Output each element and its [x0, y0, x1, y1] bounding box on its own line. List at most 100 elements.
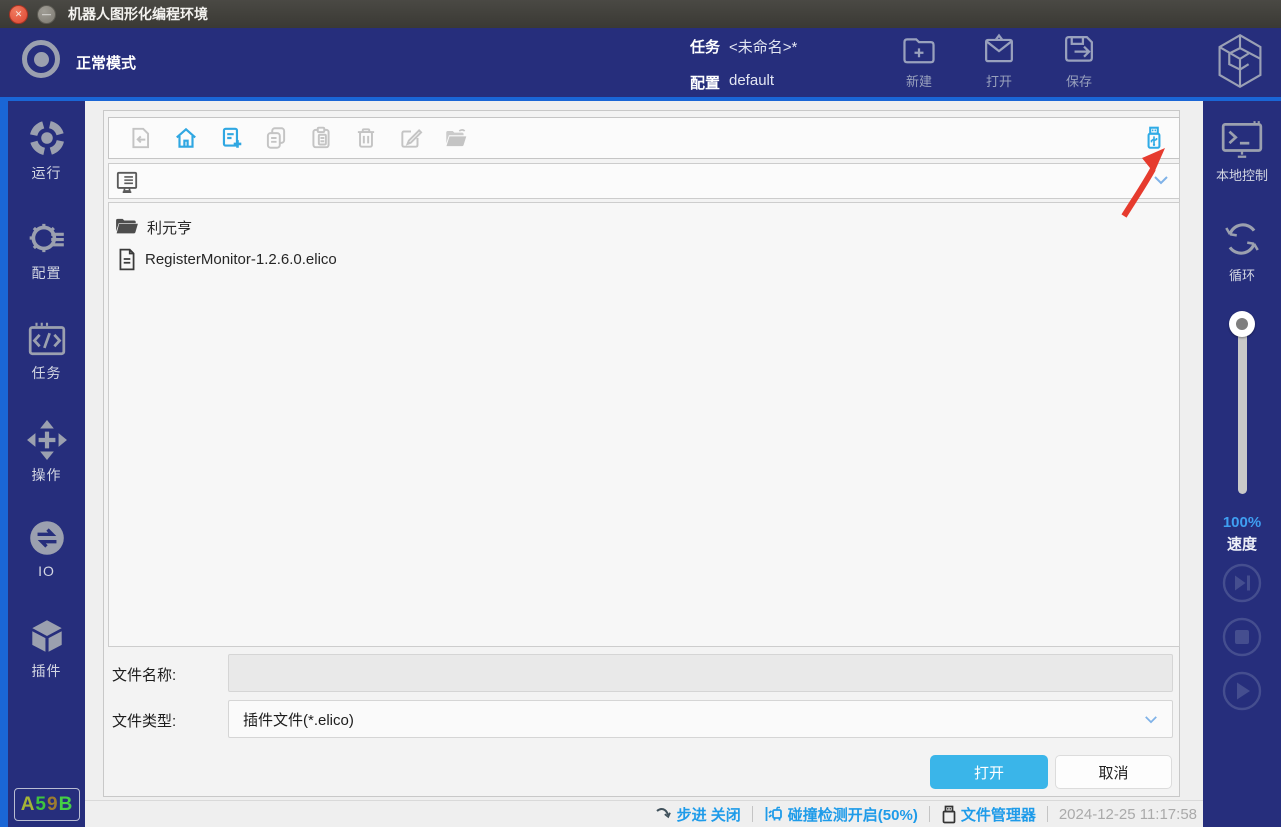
sidebar-item-label: 运行 — [32, 163, 62, 183]
file-manager-status[interactable]: 文件管理器 — [941, 804, 1036, 825]
brand-logo-icon — [1211, 30, 1269, 92]
chevron-down-icon — [1144, 715, 1158, 724]
save-task-icon — [1060, 31, 1098, 69]
loop-icon — [1220, 217, 1264, 261]
step-mode-status[interactable]: 步进 关闭 — [655, 804, 741, 825]
open-task-icon — [980, 31, 1018, 69]
step-status-text: 步进 关闭 — [677, 804, 741, 825]
speed-slider-handle[interactable] — [1229, 311, 1255, 337]
settings-icon — [26, 217, 68, 259]
file-type-select[interactable]: 插件文件(*.elico) — [228, 700, 1173, 738]
badge-char: 9 — [47, 794, 59, 816]
sidebar-item-label: 任务 — [32, 363, 62, 383]
speed-label: 速度 — [1203, 533, 1281, 554]
save-task-button[interactable]: 保存 — [1048, 31, 1110, 91]
minimize-glyph: — — [42, 10, 51, 19]
file-name-field — [228, 654, 1173, 692]
speed-value: 100% — [1203, 514, 1281, 531]
cancel-button-label: 取消 — [1098, 762, 1128, 783]
titlebar: ✕ — 机器人图形化编程环境 — [0, 0, 1281, 28]
back-icon[interactable] — [128, 125, 154, 151]
usb-drive-icon[interactable] — [1141, 125, 1167, 151]
status-timestamp: 2024-12-25 11:17:58 — [1059, 806, 1197, 823]
rename-icon[interactable] — [398, 125, 424, 151]
close-icon[interactable]: ✕ — [9, 5, 28, 24]
sidebar-item-label: 本地控制 — [1216, 165, 1268, 184]
delete-icon[interactable] — [353, 125, 379, 151]
copy-icon[interactable] — [263, 125, 289, 151]
step-icon — [655, 806, 673, 822]
open-task-label: 打开 — [986, 71, 1012, 90]
mode-label: 正常模式 — [76, 52, 136, 73]
cancel-button[interactable]: 取消 — [1055, 755, 1172, 789]
status-bar: 步进 关闭 碰撞检测开启(50%) — [85, 800, 1203, 827]
collision-status[interactable]: 碰撞检测开启(50%) — [764, 804, 918, 825]
plugin-icon — [26, 615, 68, 657]
home-icon[interactable] — [173, 125, 199, 151]
save-task-label: 保存 — [1066, 71, 1092, 90]
file-name: RegisterMonitor-1.2.6.0.elico — [145, 251, 337, 268]
close-glyph: ✕ — [15, 10, 23, 19]
new-file-icon[interactable] — [218, 125, 244, 151]
task-value: <未命名>* — [729, 36, 797, 57]
open-folder-icon[interactable] — [443, 125, 469, 151]
sidebar-item-label: 插件 — [32, 661, 62, 681]
list-item-file[interactable]: RegisterMonitor-1.2.6.0.elico — [109, 243, 1179, 275]
file-name: 利元亨 — [147, 217, 192, 238]
task-label: 任务 — [690, 36, 720, 57]
run-icon — [26, 117, 68, 159]
sidebar-item-loop[interactable]: 循环 — [1203, 217, 1281, 284]
frame-left-strip — [0, 101, 8, 827]
computer-location-icon — [114, 169, 140, 196]
chevron-down-icon[interactable] — [1153, 175, 1169, 185]
status-divider — [929, 806, 930, 822]
jog-icon — [26, 419, 68, 461]
status-badge: A59B — [14, 788, 80, 821]
window-title: 机器人图形化编程环境 — [68, 4, 208, 24]
status-divider — [752, 806, 753, 822]
sidebar-item-config[interactable]: 配置 — [8, 217, 85, 283]
sidebar-item-local-control[interactable]: 本地控制 — [1203, 117, 1281, 184]
sidebar-item-run[interactable]: 运行 — [8, 117, 85, 183]
paste-icon[interactable] — [308, 125, 334, 151]
sidebar-item-task[interactable]: 任务 — [8, 319, 85, 383]
config-value: default — [729, 72, 774, 89]
open-task-button[interactable]: 打开 — [968, 31, 1030, 91]
minimize-icon[interactable]: — — [37, 5, 56, 24]
new-task-icon — [900, 31, 938, 69]
stop-button[interactable] — [1222, 617, 1262, 657]
collision-icon — [764, 805, 784, 823]
collision-status-text: 碰撞检测开启(50%) — [788, 804, 918, 825]
sidebar-item-label: IO — [38, 563, 55, 579]
file-type-label: 文件类型: — [112, 710, 176, 731]
file-name-input[interactable] — [229, 655, 1172, 691]
document-icon — [117, 248, 137, 271]
folder-icon — [115, 217, 139, 237]
status-divider — [1047, 806, 1048, 822]
location-dropdown[interactable] — [108, 163, 1180, 199]
sidebar-item-label: 循环 — [1229, 265, 1255, 284]
file-toolbar — [108, 117, 1180, 159]
usb-small-icon — [941, 805, 957, 824]
left-sidebar: 运行 配置 — [8, 101, 85, 827]
new-task-label: 新建 — [906, 71, 932, 90]
list-item-folder[interactable]: 利元亨 — [109, 211, 1179, 243]
sidebar-item-plugin[interactable]: 插件 — [8, 615, 85, 681]
mode-indicator-icon[interactable] — [22, 40, 60, 78]
badge-char: B — [59, 794, 74, 816]
file-manager-text: 文件管理器 — [961, 804, 1036, 825]
file-type-value: 插件文件(*.elico) — [243, 709, 354, 730]
new-task-button[interactable]: 新建 — [888, 31, 950, 91]
speed-slider-track[interactable] — [1238, 318, 1247, 494]
sidebar-item-io[interactable]: IO — [8, 517, 85, 579]
sidebar-item-jog[interactable]: 操作 — [8, 419, 85, 485]
config-label: 配置 — [690, 72, 720, 93]
local-control-icon — [1219, 117, 1265, 161]
file-list: 利元亨 RegisterMonitor-1.2.6.0.elico — [108, 202, 1180, 647]
play-button[interactable] — [1222, 671, 1262, 711]
step-next-button[interactable] — [1222, 563, 1262, 603]
header-divider — [0, 97, 1281, 101]
open-button[interactable]: 打开 — [930, 755, 1048, 789]
badge-char: A — [21, 794, 36, 816]
task-icon — [26, 319, 68, 359]
